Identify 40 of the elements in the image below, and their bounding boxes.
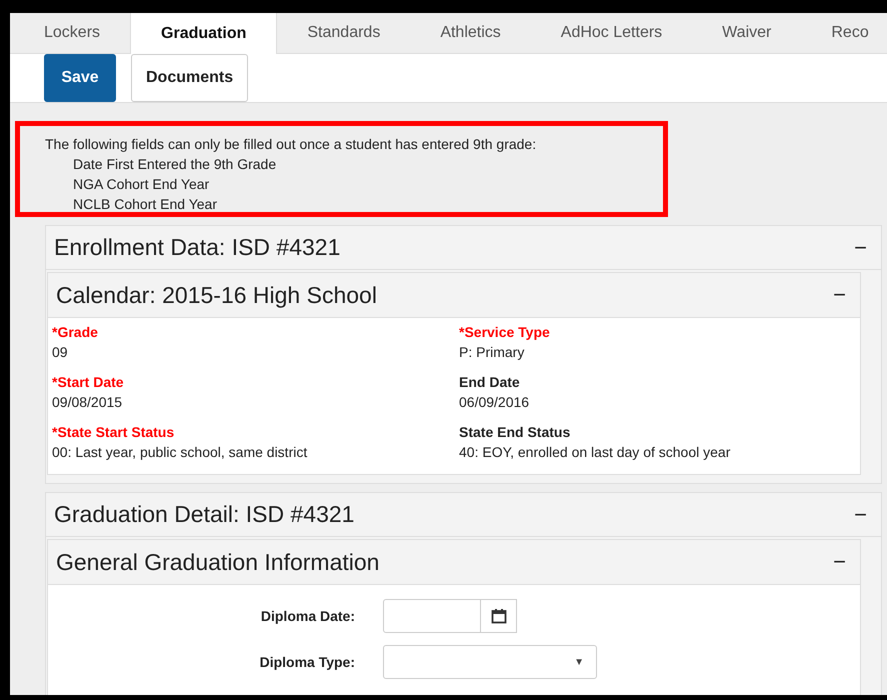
field-value: 09	[52, 343, 69, 362]
notice-item: NCLB Cohort End Year	[72, 195, 218, 214]
section-title: General Graduation Information	[56, 548, 380, 576]
calendar-button[interactable]	[481, 599, 517, 633]
save-button[interactable]: Save	[44, 54, 116, 102]
section-title: Calendar: 2015-16 High School	[56, 282, 377, 308]
collapse-button[interactable]: −	[848, 234, 873, 260]
date-field[interactable]	[383, 599, 481, 633]
tab[interactable]: Waiver	[692, 13, 802, 53]
section-title: Graduation Detail: ISD #4321	[54, 501, 354, 528]
section-title: Enrollment Data: ISD #4321	[54, 234, 340, 261]
notice-item: Date First Entered the 9th Grade	[72, 155, 278, 174]
field-label: End Date	[459, 373, 521, 392]
field-label: *Start Date	[52, 373, 125, 392]
field-value: 09/08/2015	[52, 393, 124, 412]
form-label: Diploma Date:	[260, 608, 356, 624]
collapse-button[interactable]: −	[827, 549, 852, 575]
documents-button[interactable]: Documents	[131, 54, 248, 102]
field-label: *Service Type	[459, 323, 551, 342]
field-label: *State Start Status	[52, 423, 176, 442]
tab[interactable]: Graduation	[130, 13, 278, 54]
tab[interactable]: Reco	[801, 13, 887, 53]
notice-item: NGA Cohort End Year	[72, 175, 210, 194]
notice-text: The following fields can only be filled out once a student has entered 9th grade:	[45, 135, 538, 154]
calendar-icon	[490, 608, 506, 624]
field-label: State End Status	[459, 423, 572, 442]
select-field[interactable]: ▼	[383, 645, 597, 679]
tab[interactable]: Standards	[277, 13, 410, 53]
caret-icon: ▼	[574, 656, 584, 668]
field-value: 00: Last year, public school, same district	[52, 443, 308, 462]
field-label: *Grade	[52, 323, 99, 342]
field-value: 40: EOY, enrolled on last day of school year	[459, 443, 732, 462]
field-value: 06/09/2016	[459, 393, 530, 412]
field-value: P: Primary	[459, 343, 526, 362]
collapse-button[interactable]: −	[848, 502, 873, 528]
tab[interactable]: Lockers	[14, 13, 130, 53]
tab[interactable]: AdHoc Letters	[530, 13, 692, 53]
collapse-button[interactable]: −	[827, 282, 852, 308]
tab[interactable]: Athletics	[410, 13, 531, 53]
form-label: Diploma Type:	[258, 654, 356, 670]
